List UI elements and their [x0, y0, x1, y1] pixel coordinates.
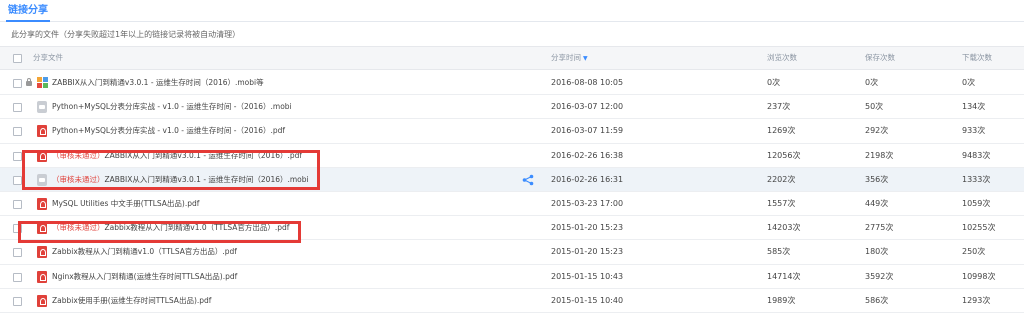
download-count: 134次 [962, 102, 986, 112]
multi-file-icon [37, 77, 48, 88]
download-count: 1293次 [962, 295, 991, 305]
save-count: 3592次 [865, 271, 894, 281]
table-header: 分享文件 分享时间 ▼ 浏览次数 保存次数 下载次数 [0, 46, 1024, 70]
pdf-file-icon [37, 246, 47, 259]
file-name-text: ZABBIX从入门到精通v3.0.1 - 运维生存时间（2016）.mobi等 [52, 78, 264, 87]
file-name[interactable]: MySQL Utilities 中文手册(TTLSA出品).pdf [52, 192, 199, 216]
column-header-file: 分享文件 [33, 53, 63, 62]
view-count: 1269次 [767, 126, 796, 136]
share-time: 2015-01-15 10:43 [551, 271, 624, 281]
save-count: 50次 [865, 102, 884, 112]
share-time: 2015-03-23 17:00 [551, 198, 624, 208]
table-row[interactable]: Zabbix教程从入门到精通v1.0（TTLSA官方出品）.pdf 2015-0… [0, 240, 1024, 265]
table-row[interactable]: MySQL Utilities 中文手册(TTLSA出品).pdf 2015-0… [0, 192, 1024, 217]
share-time: 2015-01-15 10:40 [551, 295, 624, 305]
table-row[interactable]: ZABBIX从入门到精通v3.0.1 - 运维生存时间（2016）.mobi等 … [0, 71, 1024, 96]
pdf-file-icon [37, 197, 47, 210]
file-name[interactable]: Python+MySQL分表分库实战 - v1.0 - 运维生存时间 -（201… [52, 119, 285, 143]
view-count: 585次 [767, 247, 791, 257]
view-count: 12056次 [767, 150, 801, 160]
file-name-text: Zabbix教程从入门到精通v1.0（TTLSA官方出品）.pdf [52, 247, 237, 257]
table-row[interactable]: Python+MySQL分表分库实战 - v1.0 - 运维生存时间 -（201… [0, 119, 1024, 144]
save-count: 449次 [865, 198, 889, 208]
save-count: 2198次 [865, 150, 894, 160]
file-name-text: Python+MySQL分表分库实战 - v1.0 - 运维生存时间 -（201… [52, 126, 286, 136]
view-count: 14203次 [767, 223, 801, 233]
download-count: 250次 [962, 247, 986, 257]
select-all-checkbox[interactable] [13, 54, 22, 63]
column-header-downloads: 下载次数 [962, 53, 992, 62]
file-name-text: Python+MySQL分表分库实战 - v1.0 - 运维生存时间 -（201… [52, 102, 292, 112]
table-row[interactable]: Python+MySQL分表分库实战 - v1.0 - 运维生存时间 -（201… [0, 95, 1024, 120]
share-list: ZABBIX从入门到精通v3.0.1 - 运维生存时间（2016）.mobi等 … [0, 71, 1024, 313]
download-count: 1333次 [962, 174, 991, 184]
share-time: 2015-01-20 15:23 [551, 223, 624, 233]
file-name-text: MySQL Utilities 中文手册(TTLSA出品).pdf [52, 198, 200, 208]
download-count: 0次 [962, 78, 976, 87]
annotation-highlight-box [18, 221, 301, 243]
pdf-file-icon [37, 294, 47, 307]
tab-bar: 链接分享 [0, 0, 1024, 22]
file-name[interactable]: Zabbix使用手册(运维生存时间TTLSA出品).pdf [52, 289, 211, 313]
column-header-time[interactable]: 分享时间 ▼ [551, 47, 588, 69]
file-name[interactable]: Nginx教程从入门到精通(运维生存时间TTLSA出品).pdf [52, 265, 237, 289]
share-time: 2016-03-07 11:59 [551, 126, 624, 136]
column-header-views: 浏览次数 [767, 53, 797, 62]
row-checkbox[interactable] [13, 199, 22, 209]
save-count: 2775次 [865, 223, 894, 233]
row-checkbox[interactable] [13, 296, 22, 306]
file-name[interactable]: ZABBIX从入门到精通v3.0.1 - 运维生存时间（2016）.mobi等 [52, 71, 264, 95]
view-count: 0次 [767, 78, 781, 87]
file-name[interactable]: Zabbix教程从入门到精通v1.0（TTLSA官方出品）.pdf [52, 240, 237, 264]
column-header-time-label: 分享时间 [551, 53, 581, 62]
row-checkbox[interactable] [13, 175, 22, 185]
row-checkbox[interactable] [13, 151, 22, 161]
share-time: 2016-08-08 10:05 [551, 78, 624, 87]
row-checkbox[interactable] [13, 272, 22, 282]
row-checkbox[interactable] [13, 103, 22, 113]
sort-arrow-icon[interactable]: ▼ [583, 55, 588, 62]
file-name-text: Zabbix使用手册(运维生存时间TTLSA出品).pdf [52, 295, 212, 305]
table-row[interactable]: Zabbix使用手册(运维生存时间TTLSA出品).pdf 2015-01-15… [0, 289, 1024, 313]
save-count: 356次 [865, 174, 889, 184]
share-time: 2016-02-26 16:38 [551, 150, 624, 160]
view-count: 1989次 [767, 295, 796, 305]
lock-icon [26, 78, 32, 86]
tab-link-share[interactable]: 链接分享 [6, 0, 50, 22]
save-count: 292次 [865, 126, 889, 136]
table-row[interactable]: Nginx教程从入门到精通(运维生存时间TTLSA出品).pdf 2015-01… [0, 265, 1024, 289]
download-count: 1059次 [962, 198, 991, 208]
view-count: 2202次 [767, 174, 796, 184]
share-time: 2016-03-07 12:00 [551, 102, 624, 112]
share-icon[interactable] [522, 174, 534, 186]
row-checkbox[interactable] [13, 248, 22, 258]
notice-text: 此分享的文件（分享失败超过1年以上的链接记录将被自动清理） [11, 30, 241, 39]
mobi-file-icon [37, 101, 47, 114]
download-count: 9483次 [962, 150, 991, 160]
save-count: 0次 [865, 78, 879, 87]
view-count: 14714次 [767, 271, 801, 281]
column-header-saves: 保存次数 [865, 53, 895, 62]
view-count: 1557次 [767, 198, 796, 208]
file-name[interactable]: Python+MySQL分表分库实战 - v1.0 - 运维生存时间 -（201… [52, 95, 292, 119]
pdf-file-icon [37, 270, 47, 283]
save-count: 586次 [865, 295, 889, 305]
download-count: 10255次 [962, 223, 996, 233]
download-count: 933次 [962, 126, 986, 136]
annotation-highlight-box [22, 150, 320, 190]
file-name-text: Nginx教程从入门到精通(运维生存时间TTLSA出品).pdf [52, 271, 238, 281]
row-checkbox[interactable] [13, 79, 22, 88]
share-time: 2016-02-26 16:31 [551, 174, 624, 184]
share-time: 2015-01-20 15:23 [551, 247, 624, 257]
save-count: 180次 [865, 247, 889, 257]
view-count: 237次 [767, 102, 791, 112]
row-checkbox[interactable] [13, 127, 22, 137]
download-count: 10998次 [962, 271, 996, 281]
pdf-file-icon [37, 125, 47, 138]
